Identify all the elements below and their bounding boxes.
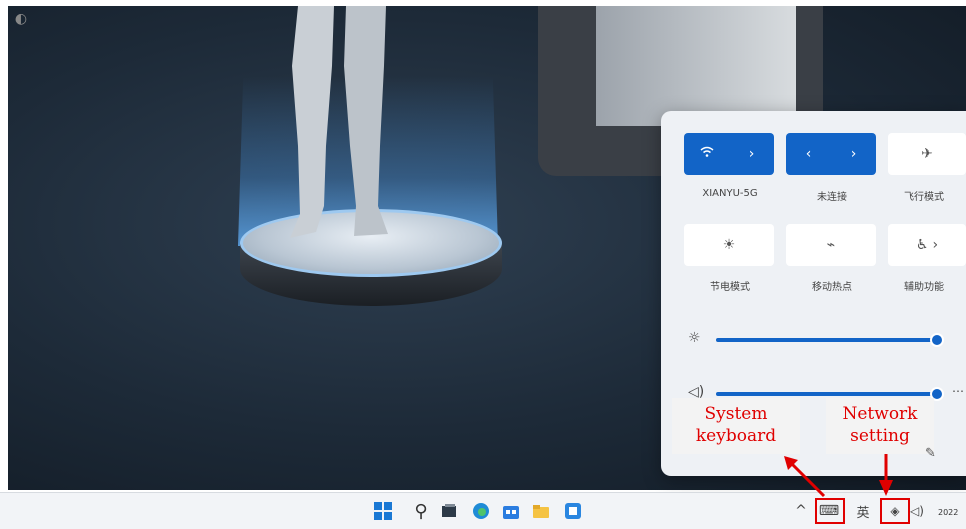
accessibility-icon: ♿ [915,237,929,253]
audio-output-icon[interactable]: ⋯ [952,384,964,398]
kiosk-screen-image [596,6,796,126]
network-highlight-box [880,498,910,524]
task-view-icon[interactable] [438,500,460,522]
brightness-track[interactable] [716,338,932,342]
bluetooth-icon[interactable]: ‹ [786,146,831,162]
airplane-mode-tile[interactable]: ✈ [888,133,966,175]
wifi-tile[interactable]: › [684,133,774,175]
tray-overflow-chevron-icon[interactable]: ^ [790,500,812,522]
bluetooth-tile-label: 未连接 [817,192,847,203]
hotspot-label: 移动热点 [812,282,852,293]
hotspot-icon: ⌁ [826,237,836,253]
wifi-tile-label: XIANYU-5G [702,188,758,199]
brightness-thumb[interactable] [930,333,944,347]
keyboard-highlight-box [815,498,845,524]
volume-track[interactable] [716,392,932,396]
bluetooth-expand-chevron-icon[interactable]: › [831,146,876,162]
wifi-expand-chevron-icon[interactable]: › [729,146,774,162]
app-icon[interactable] [562,500,584,522]
system-keyboard-annotation: System keyboard [695,404,777,446]
store-icon[interactable] [500,500,522,522]
brightness-icon: ☼ [688,330,701,346]
search-icon[interactable]: ⚲ [410,500,432,522]
battery-saver-tile[interactable]: ☀ [684,224,774,266]
mobile-hotspot-tile[interactable]: ⌁ [786,224,876,266]
edit-icon[interactable]: ✎ [925,446,936,461]
wifi-icon[interactable] [684,146,729,162]
network-arrow [879,454,893,496]
airplane-tile-label: 飞行模式 [904,192,944,203]
keyboard-arrow [784,456,826,498]
input-method-indicator[interactable]: 英 [852,500,874,522]
brightness-slider[interactable]: ☼ [688,330,966,350]
widgets-icon[interactable]: ◐ [10,8,32,30]
bluetooth-tile[interactable]: ‹ › [786,133,876,175]
accessibility-label: 辅助功能 [904,282,944,293]
network-setting-annotation: Network setting [842,404,918,446]
accessibility-tile[interactable]: ♿ › [888,224,966,266]
windows-start-icon[interactable] [372,500,394,522]
edge-icon[interactable] [470,500,492,522]
battery-saver-icon: ☀ [722,237,736,253]
airplane-icon: ✈ [921,146,933,162]
accessibility-chevron-icon: › [932,237,939,253]
clock-date[interactable]: 2022 [938,508,958,517]
figure-legs-image [290,6,388,238]
battery-saver-label: 节电模式 [710,282,750,293]
file-explorer-icon[interactable] [530,500,552,522]
